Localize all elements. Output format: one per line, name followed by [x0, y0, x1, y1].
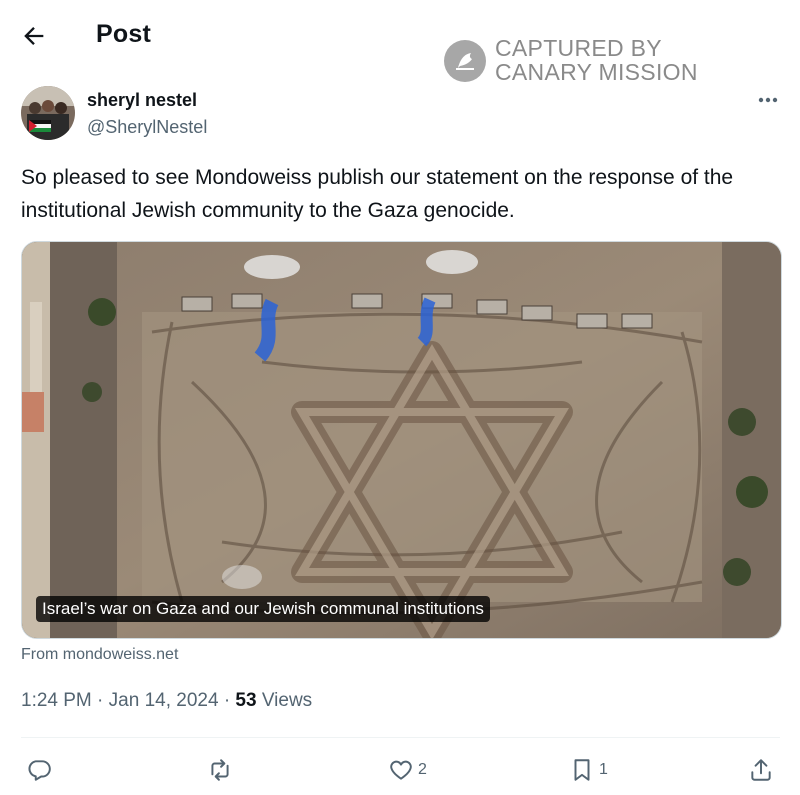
tweet-text: So pleased to see Mondoweiss publish our… — [21, 166, 734, 222]
avatar[interactable] — [21, 86, 75, 140]
like-button[interactable]: 2 — [388, 754, 427, 786]
bookmark-button[interactable]: 1 — [569, 754, 608, 786]
page-title: Post — [96, 20, 151, 48]
more-dots-icon — [758, 97, 778, 103]
back-button[interactable] — [20, 22, 48, 50]
arrow-left-icon — [24, 27, 44, 45]
aerial-photo — [22, 242, 781, 638]
like-count: 2 — [418, 761, 427, 778]
separator-dot: · — [223, 690, 236, 711]
share-icon — [751, 759, 771, 781]
more-button[interactable] — [752, 90, 784, 110]
link-card-source[interactable]: From mondoweiss.net — [21, 646, 178, 664]
bookmark-icon — [574, 759, 590, 781]
share-button[interactable] — [748, 754, 778, 786]
bookmark-count: 1 — [599, 761, 608, 778]
reply-button[interactable] — [26, 754, 56, 786]
watermark-text: CAPTURED BY CANARY MISSION — [495, 36, 698, 84]
reply-icon — [28, 760, 51, 781]
repost-icon — [211, 759, 229, 781]
author-handle[interactable]: @SherylNestel — [87, 117, 207, 138]
post-metadata: 1:24 PM · Jan 14, 2024 · 53 Views — [21, 690, 312, 712]
link-card-caption: Israel’s war on Gaza and our Jewish comm… — [36, 596, 490, 622]
watermark-line-1: CAPTURED BY — [495, 35, 662, 61]
views-label: Views — [261, 690, 313, 711]
link-card-image[interactable]: Israel’s war on Gaza and our Jewish comm… — [21, 241, 782, 639]
repost-button[interactable] — [207, 754, 237, 786]
action-bar: 2 1 — [0, 750, 800, 790]
watermark-line-2: CANARY MISSION — [495, 59, 698, 85]
heart-icon — [390, 760, 412, 780]
views-count: 53 — [235, 690, 257, 711]
separator-dot: · — [97, 690, 109, 711]
post-time[interactable]: 1:24 PM — [21, 690, 92, 711]
divider — [21, 737, 780, 738]
canary-bird-icon — [444, 40, 486, 82]
watermark: CAPTURED BY CANARY MISSION — [444, 36, 714, 86]
post-date[interactable]: Jan 14, 2024 — [109, 690, 219, 711]
author-name[interactable]: sheryl nestel — [87, 90, 197, 111]
